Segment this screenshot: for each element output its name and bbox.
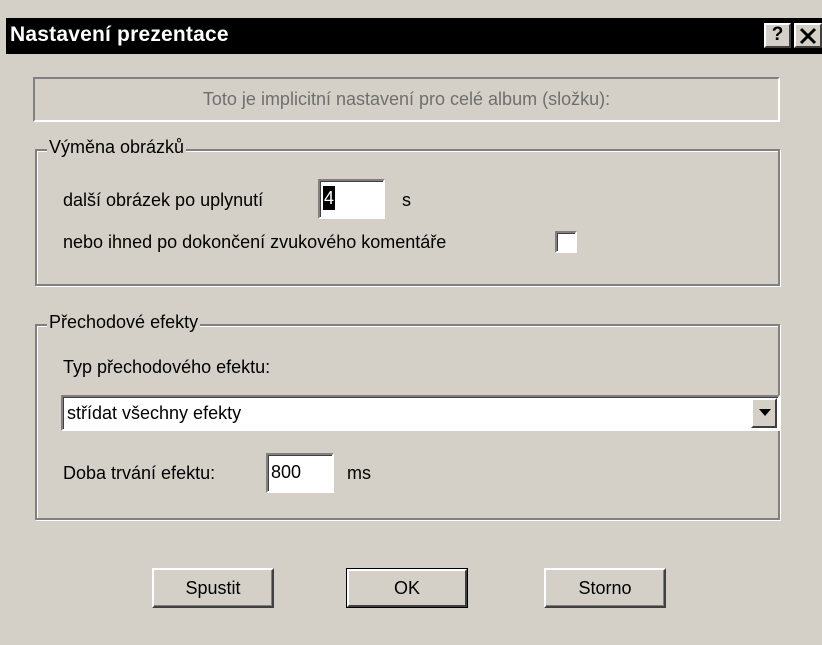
slideshow-settings-dialog: Nastavení prezentace ? Toto je implicitn… xyxy=(0,0,822,645)
image-change-group: Výměna obrázků xyxy=(35,136,780,286)
start-button[interactable]: Spustit xyxy=(152,568,274,608)
image-change-legend: Výměna obrázků xyxy=(47,136,187,158)
next-image-seconds-input[interactable]: 4 xyxy=(318,179,385,219)
transition-type-label: Typ přechodového efektu: xyxy=(63,357,271,377)
window-title: Nastavení prezentace xyxy=(10,23,229,46)
duration-label: Doba trvání efektu: xyxy=(63,463,216,483)
next-image-seconds-value: 4 xyxy=(323,186,336,210)
close-button[interactable] xyxy=(794,23,822,48)
chevron-down-icon xyxy=(759,409,771,416)
info-text: Toto je implicitní nastavení pro celé al… xyxy=(33,77,780,122)
ms-unit-label: ms xyxy=(347,463,371,483)
seconds-unit-label: s xyxy=(402,190,411,210)
ok-button[interactable]: OK xyxy=(346,568,468,608)
title-bar: Nastavení prezentace ? xyxy=(6,18,822,54)
dropdown-button[interactable] xyxy=(751,398,777,428)
after-comment-checkbox[interactable] xyxy=(555,231,577,253)
transition-type-select[interactable]: střídat všechny efekty xyxy=(61,395,780,431)
ok-button-label: OK xyxy=(347,569,467,607)
next-image-label: další obrázek po uplynutí xyxy=(63,190,264,210)
transition-type-value: střídat všechny efekty xyxy=(67,403,242,423)
close-icon xyxy=(799,27,817,45)
duration-input[interactable]: 800 xyxy=(266,453,334,493)
transition-effects-legend: Přechodové efekty xyxy=(47,311,201,333)
after-comment-label: nebo ihned po dokončení zvukového koment… xyxy=(63,232,447,252)
help-button[interactable]: ? xyxy=(764,23,791,48)
cancel-button[interactable]: Storno xyxy=(544,568,666,608)
